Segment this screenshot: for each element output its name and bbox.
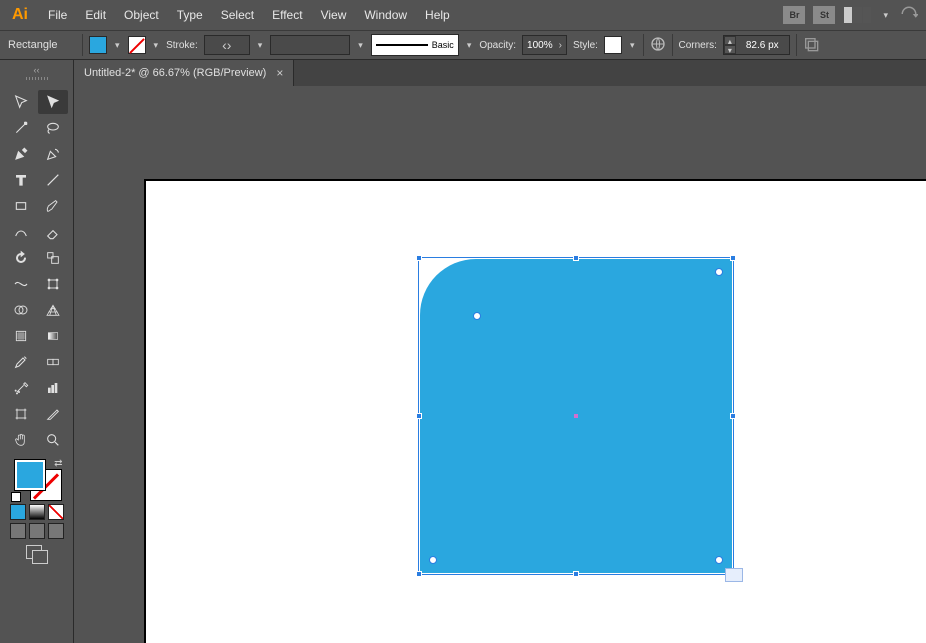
pen-tool[interactable] [6,142,36,166]
sync-settings-icon[interactable] [900,5,918,26]
swap-fill-stroke-icon[interactable]: ⇄ [54,458,62,469]
brush-definition-label: Basic [432,40,454,50]
transform-panel-icon[interactable] [803,36,819,55]
brush-definition[interactable]: Basic [371,34,459,56]
stroke-weight-dropdown-icon[interactable]: ▾ [256,40,265,51]
divider [82,34,83,56]
width-tool[interactable] [6,272,36,296]
divider [796,34,797,56]
brush-dropdown-icon[interactable]: ▾ [465,40,474,51]
tools-panel: ⇄ [0,86,74,643]
slice-tool[interactable] [38,402,68,426]
corner-step-up[interactable]: ▴ [724,36,736,45]
direct-selection-tool[interactable] [38,90,68,114]
draw-normal[interactable] [10,523,26,539]
style-dropdown-icon[interactable]: ▾ [628,40,637,51]
hand-tool[interactable] [6,428,36,452]
recolor-artwork-icon[interactable] [650,36,666,55]
corner-radius-value: 82.6 px [736,40,789,51]
free-transform-tool[interactable] [38,272,68,296]
rectangle-tool[interactable] [6,194,36,218]
magic-wand-tool[interactable] [6,116,36,140]
document-tab[interactable]: Untitled-2* @ 66.67% (RGB/Preview) × [74,60,294,86]
zoom-tool[interactable] [38,428,68,452]
draw-mode-row [10,523,64,539]
column-graph-tool[interactable] [38,376,68,400]
stroke-swatch[interactable] [128,36,146,54]
menu-type[interactable]: Type [169,4,211,26]
fill-stroke-control[interactable]: ⇄ [11,458,63,502]
rectangle-shape[interactable] [420,259,732,573]
symbol-sprayer-tool[interactable] [6,376,36,400]
style-label: Style: [573,40,598,51]
menu-window[interactable]: Window [356,4,415,26]
app-logo: Ai [8,6,32,24]
width-profile-dropdown-icon[interactable]: ▾ [356,40,365,51]
opacity-dropdown-icon[interactable]: › [559,40,562,51]
gradient-tool[interactable] [38,324,68,348]
menu-select[interactable]: Select [213,4,262,26]
tool-panel-collapse-handle[interactable]: ‹‹ [0,60,74,86]
eraser-tool[interactable] [38,220,68,244]
arrange-documents-icon[interactable] [843,7,871,23]
line-segment-tool[interactable] [38,168,68,192]
stock-icon[interactable]: St [813,6,835,24]
divider [643,34,644,56]
mesh-tool[interactable] [6,324,36,348]
scale-tool[interactable] [38,246,68,270]
artboard-tool[interactable] [6,402,36,426]
opacity-label: Opacity: [479,40,516,51]
color-mode-row [10,504,64,520]
stroke-dropdown-icon[interactable]: ▾ [152,40,161,51]
corner-radius-input[interactable]: ▴ ▾ 82.6 px [723,35,790,55]
control-bar: Rectangle ▾ ▾ Stroke: ‹› ▾ ▾ Basic ▾ Opa… [0,30,926,60]
stroke-preview-line [376,44,428,46]
curvature-tool[interactable] [38,142,68,166]
shape-builder-tool[interactable] [6,298,36,322]
lasso-tool[interactable] [38,116,68,140]
menu-file[interactable]: File [40,4,75,26]
menu-view[interactable]: View [313,4,355,26]
color-mode-none[interactable] [48,504,64,520]
shaper-tool[interactable] [6,220,36,244]
graphic-style-swatch[interactable] [604,36,622,54]
rotate-tool[interactable] [6,246,36,270]
menu-effect[interactable]: Effect [264,4,310,26]
menubar: Ai File Edit Object Type Select Effect V… [0,0,926,30]
corners-label: Corners: [679,40,717,51]
menu-help[interactable]: Help [417,4,458,26]
default-fill-stroke-icon[interactable] [11,492,21,502]
draw-behind[interactable] [29,523,45,539]
variable-width-profile[interactable] [270,35,350,55]
blend-tool[interactable] [38,350,68,374]
stroke-label: Stroke: [166,40,198,51]
fill-swatch[interactable] [89,36,107,54]
document-tab-bar: ‹‹ Untitled-2* @ 66.67% (RGB/Preview) × [0,60,926,86]
selected-object-label: Rectangle [8,39,76,51]
fill-dropdown-icon[interactable]: ▾ [113,40,122,51]
menu-edit[interactable]: Edit [77,4,114,26]
opacity-input[interactable]: 100% › [522,35,567,55]
screen-mode-icon[interactable] [24,545,50,565]
document-tab-title: Untitled-2* @ 66.67% (RGB/Preview) [84,67,266,79]
fill-color-chip[interactable] [15,460,45,490]
perspective-grid-tool[interactable] [38,298,68,322]
menu-object[interactable]: Object [116,4,167,26]
corner-step-down[interactable]: ▾ [724,45,736,54]
tab-close-icon[interactable]: × [276,66,283,80]
type-tool[interactable] [6,168,36,192]
draw-inside[interactable] [48,523,64,539]
arrange-dropdown-icon[interactable]: ▾ [879,10,892,21]
paintbrush-tool[interactable] [38,194,68,218]
color-mode-gradient[interactable] [29,504,45,520]
eyedropper-tool[interactable] [6,350,36,374]
divider [672,34,673,56]
canvas[interactable] [74,86,926,643]
stroke-weight-input[interactable]: ‹› [204,35,250,55]
selection-tool[interactable] [6,90,36,114]
opacity-value: 100% [527,40,553,51]
color-mode-solid[interactable] [10,504,26,520]
bridge-icon[interactable]: Br [783,6,805,24]
workspace: ⇄ [0,86,926,643]
